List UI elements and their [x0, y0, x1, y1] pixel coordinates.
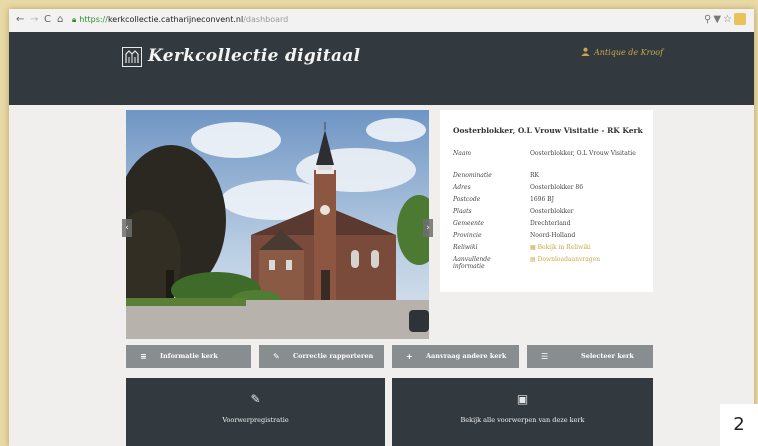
- info-label: Aanvullende informatie: [453, 256, 491, 270]
- tile-label: Bekijk alle voorwerpen van deze kerk: [460, 416, 585, 424]
- info-value: Oosterblokker 86: [530, 184, 584, 191]
- button-label: Aanvraag andere kerk: [426, 352, 507, 360]
- image-icon: ▣: [516, 392, 529, 406]
- user-icon: [581, 47, 590, 56]
- url-host: kerkcollectie.catharijneconvent.nl: [107, 15, 244, 24]
- user-name: Antique de Kroof: [594, 48, 664, 57]
- church-title: Oosterblokker, O.L Vrouw Visitatie - RK …: [453, 126, 643, 135]
- download-link[interactable]: ▤ Downloadaanvragen: [530, 256, 650, 263]
- link-icon: ▦: [530, 244, 538, 251]
- site-title[interactable]: Kerkcollectie digitaal: [148, 46, 360, 66]
- reload-icon[interactable]: C: [44, 14, 51, 26]
- church-photo: [126, 110, 429, 339]
- info-label: Plaats: [453, 208, 472, 215]
- download-link-text: Downloadaanvragen: [537, 256, 601, 263]
- document-icon: ▤: [530, 256, 538, 263]
- home-icon[interactable]: ⌂: [57, 14, 63, 26]
- url-scheme: https://: [79, 15, 108, 24]
- photo-prev-arrow[interactable]: ‹: [122, 219, 132, 237]
- info-value: Oosterblokker, O.L Vrouw Visitatie: [530, 150, 636, 157]
- url-path: /dashboard: [243, 15, 289, 24]
- photo-next-arrow[interactable]: ›: [423, 219, 433, 237]
- reliwiki-link-text: Bekijk in Reliwiki: [537, 244, 591, 251]
- list-icon: ≡: [140, 352, 147, 361]
- browser-toolbar: ← → C ⌂ 🔒︎ https://kerkcollectie.catharij…: [9, 9, 754, 33]
- site-header: Kerkcollectie digitaal Antique de Kroof: [9, 32, 754, 105]
- info-church-button[interactable]: ≡ Informatie kerk: [126, 345, 251, 368]
- info-value: 1696 BJ: [530, 196, 554, 203]
- info-label: Adres: [453, 184, 471, 191]
- screenshot-frame: ← → C ⌂ 🔒︎ https://kerkcollectie.catharij…: [9, 9, 754, 446]
- logo-icon[interactable]: [122, 47, 142, 67]
- zoom-icon[interactable]: ⚲: [704, 14, 713, 25]
- info-label: Gemeente: [453, 220, 484, 227]
- request-other-church-button[interactable]: + Aanvraag andere kerk: [392, 345, 519, 368]
- page-number: 2: [720, 404, 758, 446]
- select-church-button[interactable]: ☰ Selecteer kerk: [527, 345, 653, 368]
- edit-icon: ✎: [250, 392, 261, 406]
- church-info-card: Oosterblokker, O.L Vrouw Visitatie - RK …: [440, 110, 653, 292]
- info-value: Drechterland: [530, 220, 571, 227]
- report-correction-button[interactable]: ✎ Correctie rapporteren: [259, 345, 384, 368]
- info-label: Reliwiki: [453, 244, 478, 251]
- tile-label: Voorwerpregistratie: [222, 416, 289, 424]
- info-label: Postcode: [453, 196, 481, 203]
- reliwiki-link[interactable]: ▦ Bekijk in Reliwiki: [530, 244, 650, 251]
- info-value: Noord-Holland: [530, 232, 576, 239]
- button-label: Informatie kerk: [160, 352, 218, 360]
- extension-icon[interactable]: [734, 13, 746, 25]
- info-label: Denominatie: [453, 172, 492, 179]
- info-label: Provincie: [453, 232, 482, 239]
- view-all-objects-tile[interactable]: ▣ Bekijk alle voorwerpen van deze kerk: [392, 378, 653, 446]
- button-label: Correctie rapporteren: [293, 352, 374, 360]
- info-value: Oosterblokker: [530, 208, 574, 215]
- plus-icon: +: [406, 352, 413, 361]
- button-label: Selecteer kerk: [581, 352, 634, 360]
- address-bar[interactable]: 🔒︎ https://kerkcollectie.catharijneconven…: [72, 13, 288, 27]
- object-registration-tile[interactable]: ✎ Voorwerpregistratie: [126, 378, 385, 446]
- lock-icon: 🔒︎: [72, 15, 77, 24]
- browser-actions: ⚲▼☆: [704, 13, 746, 25]
- star-icon[interactable]: ☆: [723, 14, 734, 25]
- back-icon[interactable]: ←: [16, 14, 24, 26]
- filter-icon[interactable]: ▼: [713, 14, 723, 25]
- edit-icon: ✎: [273, 352, 280, 361]
- menu-icon: ☰: [541, 352, 549, 361]
- forward-icon[interactable]: →: [30, 14, 38, 26]
- info-value: RK: [530, 172, 539, 179]
- info-label: Naam: [453, 150, 472, 157]
- user-menu[interactable]: Antique de Kroof: [581, 47, 663, 57]
